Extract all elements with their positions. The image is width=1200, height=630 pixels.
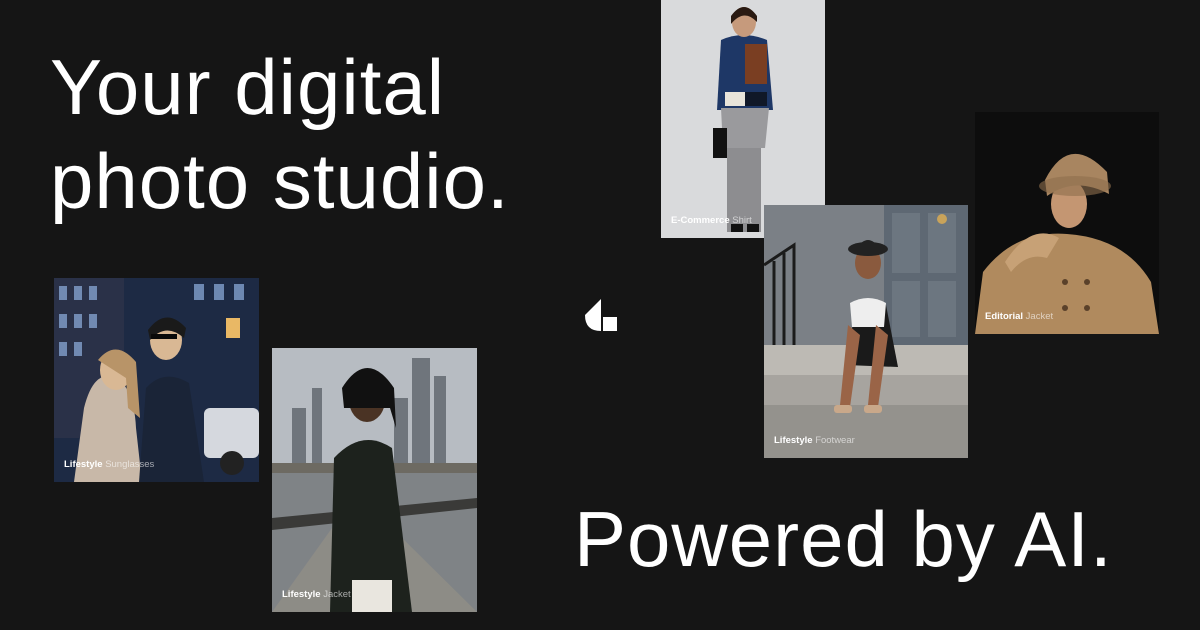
photo-card-lifestyle-footwear[interactable]: Lifestyle Footwear: [764, 205, 968, 458]
brand-logo-icon: [585, 299, 617, 331]
photo-image: [272, 348, 477, 612]
photo-image: [764, 205, 968, 458]
photo-card-ecommerce-shirt[interactable]: E-Commerce Shirt: [661, 0, 825, 238]
photo-card-lifestyle-sunglasses[interactable]: Lifestyle Sunglasses: [54, 278, 259, 482]
photo-image: [54, 278, 259, 482]
tagline: Powered by AI.: [574, 495, 1113, 583]
caption-category: Lifestyle: [774, 435, 813, 446]
caption-item: Jacket: [323, 589, 351, 600]
caption-category: Editorial: [985, 311, 1024, 322]
photo-caption: Lifestyle Jacket: [282, 589, 351, 600]
caption-item: Shirt: [732, 215, 752, 226]
caption-item: Jacket: [1025, 311, 1054, 322]
caption-item: Sunglasses: [105, 459, 155, 470]
caption-item: Footwear: [815, 435, 855, 446]
photo-caption: Editorial Jacket: [985, 311, 1053, 322]
photo-image: [975, 112, 1159, 334]
headline-line-1: Your digital: [50, 43, 446, 131]
photo-card-editorial-jacket[interactable]: Editorial Jacket: [975, 112, 1159, 334]
caption-category: Lifestyle: [282, 589, 321, 600]
photo-caption: Lifestyle Sunglasses: [64, 459, 154, 470]
headline-line-2: photo studio.: [50, 137, 510, 225]
headline: Your digital photo studio.: [50, 40, 510, 228]
photo-card-lifestyle-jacket[interactable]: Lifestyle Jacket: [272, 348, 477, 612]
caption-category: E-Commerce: [671, 215, 730, 226]
photo-caption: E-Commerce Shirt: [671, 215, 752, 226]
photo-image: [661, 0, 825, 238]
caption-category: Lifestyle: [64, 459, 103, 470]
photo-caption: Lifestyle Footwear: [774, 435, 855, 446]
